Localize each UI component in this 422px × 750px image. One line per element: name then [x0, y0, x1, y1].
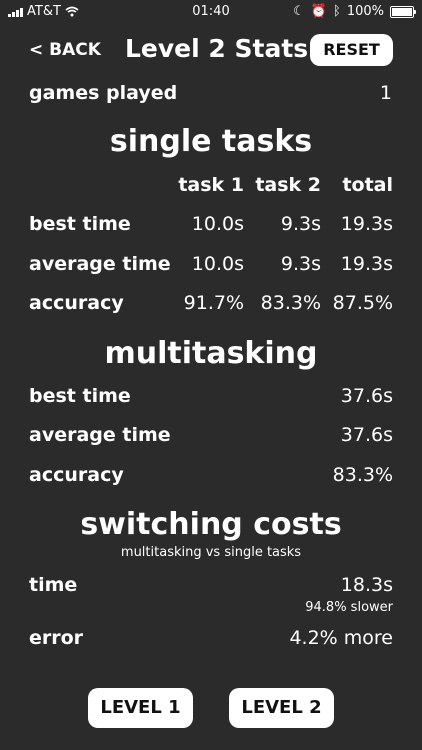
- multi-accuracy-value: 83.3%: [332, 464, 393, 486]
- switching-error-label: error: [29, 627, 84, 649]
- moon-icon: ☾: [293, 4, 305, 19]
- switching-costs-subtitle: multitasking vs single tasks: [120, 545, 302, 560]
- level-2-button[interactable]: LEVEL 2: [229, 688, 334, 728]
- games-played-value: 1: [379, 82, 392, 104]
- multi-average-time-label: average time: [29, 424, 171, 446]
- multi-average-time-value: 37.6s: [340, 424, 393, 446]
- column-header-task2: task 2: [255, 174, 321, 196]
- single-accuracy-task2: 83.3%: [260, 292, 321, 314]
- level-1-button[interactable]: LEVEL 1: [88, 688, 193, 728]
- battery-percent: 100%: [346, 4, 384, 19]
- single-accuracy-total: 87.5%: [332, 292, 393, 314]
- single-best-time-task1: 10.0s: [191, 213, 244, 235]
- single-best-time-label: best time: [29, 213, 131, 235]
- switching-costs-heading: switching costs: [80, 507, 342, 542]
- single-best-time-task2: 9.3s: [280, 213, 321, 235]
- single-average-time-task1: 10.0s: [191, 253, 244, 275]
- alarm-icon: ⏰: [310, 4, 328, 19]
- switching-error-value: 4.2% more: [289, 627, 393, 649]
- single-accuracy-label: accuracy: [29, 292, 124, 314]
- back-button[interactable]: < BACK: [29, 40, 101, 60]
- switching-time-label: time: [29, 574, 78, 596]
- multitasking-heading: multitasking: [104, 336, 318, 371]
- multi-best-time-value: 37.6s: [340, 385, 393, 407]
- single-average-time-label: average time: [29, 253, 171, 275]
- battery-icon: [390, 5, 416, 18]
- single-average-time-total: 19.3s: [340, 253, 393, 275]
- status-bar: AT&T 01:40 ☾ ⏰ ᛒ 100%: [0, 0, 422, 24]
- single-best-time-total: 19.3s: [340, 213, 393, 235]
- column-header-task1: task 1: [178, 174, 244, 196]
- bluetooth-icon: ᛒ: [333, 4, 341, 19]
- switching-time-note: 94.8% slower: [305, 600, 393, 615]
- games-played-label: games played: [29, 82, 178, 104]
- single-tasks-heading: single tasks: [109, 124, 313, 159]
- multi-accuracy-label: accuracy: [29, 464, 124, 486]
- switching-time-value: 18.3s: [340, 574, 393, 596]
- reset-button[interactable]: RESET: [310, 34, 393, 66]
- status-right: ☾ ⏰ ᛒ 100%: [293, 4, 416, 19]
- column-header-total: total: [342, 174, 393, 196]
- single-accuracy-task1: 91.7%: [183, 292, 244, 314]
- multi-best-time-label: best time: [29, 385, 131, 407]
- single-average-time-task2: 9.3s: [280, 253, 321, 275]
- page-title: Level 2 Stats: [125, 34, 309, 63]
